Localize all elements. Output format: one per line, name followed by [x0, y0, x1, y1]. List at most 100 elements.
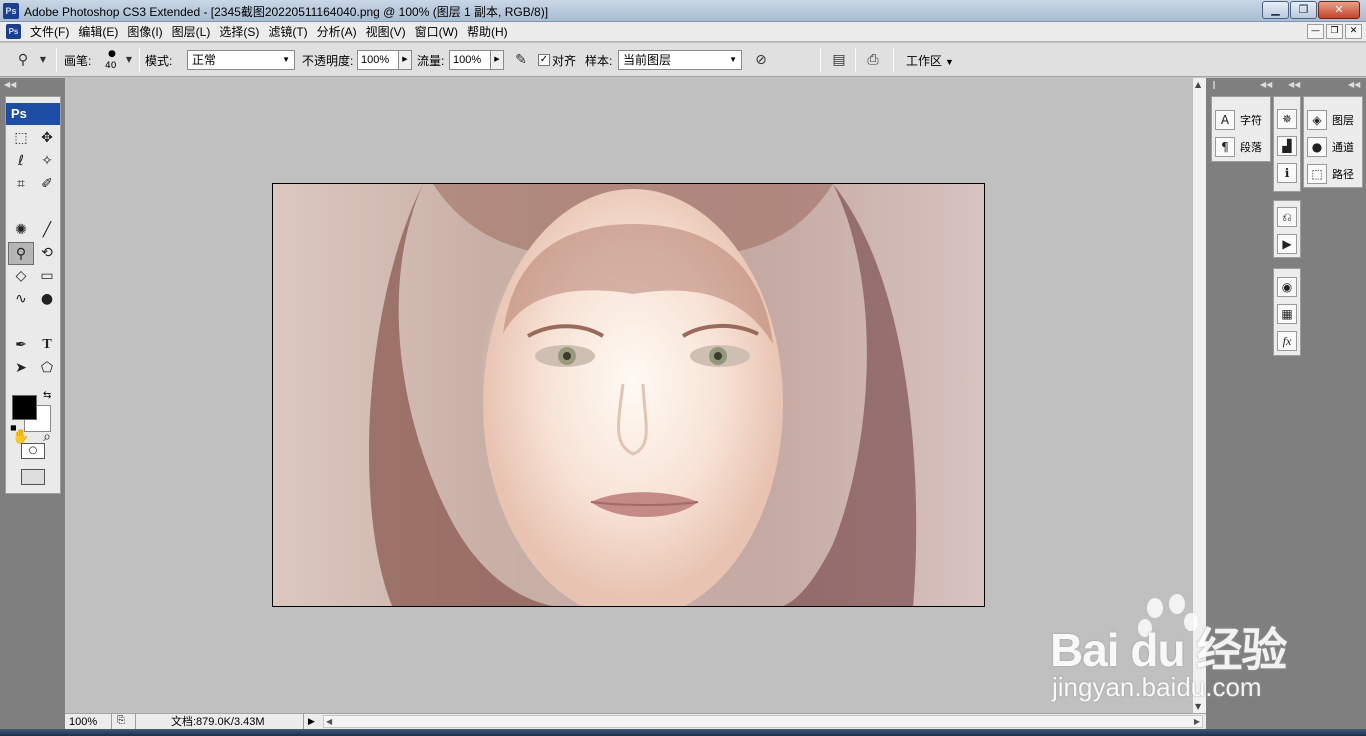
- dock-collapse-icon[interactable]: ◀◀: [4, 80, 16, 89]
- options-separator: [56, 48, 57, 72]
- scroll-right-icon[interactable]: ▶: [1194, 715, 1200, 729]
- swap-colors-icon[interactable]: ⇆: [43, 390, 51, 401]
- crop-tool-icon[interactable]: ⌗: [8, 173, 34, 196]
- default-colors-icon[interactable]: ◼: [10, 423, 17, 432]
- status-bar: 100% ⎘ 文档:879.0K/3.43M ▶ ◀ ▶: [65, 713, 1206, 729]
- history-brush-tool-icon[interactable]: ⟲: [34, 242, 60, 265]
- flow-value: 100%: [453, 54, 482, 66]
- histogram-icon[interactable]: ▟: [1277, 136, 1297, 156]
- menu-image[interactable]: 图像(I): [125, 24, 169, 40]
- horizontal-scrollbar[interactable]: ◀ ▶: [323, 715, 1203, 728]
- dock-collapse-icon[interactable]: ◀◀: [1260, 80, 1272, 89]
- options-bar: ⚲ ▼ 画笔: ● 40 ▼ 模式: 正常 不透明度: 100% ▶ 流量: 1…: [0, 43, 1366, 77]
- doc-minimize-button[interactable]: —: [1307, 24, 1324, 39]
- healing-brush-tool-icon[interactable]: ✺: [8, 219, 34, 242]
- brush-label: 画笔:: [64, 54, 92, 68]
- panel-label: 段落: [1240, 142, 1262, 154]
- type-tool-icon[interactable]: T: [34, 334, 60, 357]
- menu-analysis[interactable]: 分析(A): [315, 24, 364, 40]
- marquee-tool-icon[interactable]: ⬚: [8, 127, 34, 150]
- close-button[interactable]: ✕: [1318, 1, 1360, 19]
- window-controls: ▁ ❐ ✕: [1262, 1, 1360, 19]
- brush-tool-icon[interactable]: ╱: [34, 219, 60, 242]
- preset-dropdown-icon[interactable]: ▼: [34, 51, 52, 69]
- panel-item-character[interactable]: A 字符: [1215, 108, 1262, 132]
- gradient-tool-icon[interactable]: ▭: [34, 265, 60, 288]
- dock-collapse-icon[interactable]: ◀◀: [1288, 80, 1300, 89]
- pen-tool-icon[interactable]: ✒: [8, 334, 34, 357]
- menu-view[interactable]: 视图(V): [364, 24, 413, 40]
- menu-window[interactable]: 窗口(W): [413, 24, 465, 40]
- toolbox-header[interactable]: Ps: [6, 103, 60, 125]
- sample-select[interactable]: 当前图层: [618, 50, 742, 70]
- flow-label: 流量:: [417, 54, 445, 68]
- move-tool-icon[interactable]: ✥: [34, 127, 60, 150]
- baidu-jingyan-watermark: Bai du 经验 jingyan.baidu.com: [1048, 592, 1348, 712]
- foreground-color-swatch[interactable]: [12, 395, 37, 420]
- status-menu-arrow-icon[interactable]: ▶: [308, 714, 315, 728]
- magic-wand-tool-icon[interactable]: ✧: [34, 150, 60, 173]
- panel-item-channels[interactable]: ● 通道: [1307, 135, 1354, 159]
- menu-select[interactable]: 选择(S): [217, 24, 266, 40]
- color-icon[interactable]: ◉: [1277, 277, 1297, 297]
- info-icon[interactable]: ℹ: [1277, 163, 1297, 183]
- workspace-label: 工作区: [906, 54, 943, 68]
- mode-label: 模式:: [145, 54, 173, 68]
- swatches-icon[interactable]: ▦: [1277, 304, 1297, 324]
- actions-icon[interactable]: ▶: [1277, 234, 1297, 254]
- doc-close-button[interactable]: ✕: [1345, 24, 1362, 39]
- bridge-icon[interactable]: ⎙: [864, 51, 882, 69]
- navigator-icon[interactable]: ✵: [1277, 109, 1297, 129]
- zoom-level[interactable]: 100%: [69, 715, 97, 729]
- menu-filter[interactable]: 滤镜(T): [266, 24, 314, 40]
- blur-tool-icon[interactable]: ∿: [8, 288, 34, 311]
- sample-label: 样本:: [585, 54, 613, 68]
- options-separator: [855, 48, 856, 72]
- workspace-button[interactable]: 工作区 ▼: [906, 52, 954, 69]
- status-preview-icon[interactable]: ⎘: [117, 714, 125, 728]
- panel-label: 图层: [1332, 115, 1354, 127]
- panel-item-paths[interactable]: ⬚ 路径: [1307, 162, 1354, 186]
- minimize-button[interactable]: ▁: [1262, 1, 1289, 19]
- shape-tool-icon[interactable]: ⬠: [34, 357, 60, 380]
- document-image[interactable]: [272, 183, 985, 607]
- menu-help[interactable]: 帮助(H): [465, 24, 515, 40]
- align-checkbox[interactable]: ✓: [538, 54, 550, 66]
- ignore-adjustment-layers-icon[interactable]: ⊘: [752, 51, 770, 69]
- airbrush-icon[interactable]: ✎: [512, 51, 530, 69]
- flow-input[interactable]: 100% ▶: [449, 50, 504, 70]
- styles-icon[interactable]: fx: [1277, 331, 1297, 351]
- slice-tool-icon[interactable]: ✐: [34, 173, 60, 196]
- menu-layer[interactable]: 图层(L): [170, 24, 218, 40]
- palette-well-icon[interactable]: ▤: [830, 51, 848, 69]
- os-taskbar: [0, 729, 1366, 736]
- mode-select[interactable]: 正常: [187, 50, 295, 70]
- eraser-tool-icon[interactable]: ◇: [8, 265, 34, 288]
- clone-stamp-preset-icon[interactable]: ⚲: [14, 51, 32, 69]
- scroll-left-icon[interactable]: ◀: [326, 715, 332, 729]
- panel-item-paragraph[interactable]: ¶ 段落: [1215, 135, 1262, 159]
- dodge-tool-icon[interactable]: ●: [34, 288, 60, 311]
- brush-dropdown-icon[interactable]: ▼: [120, 51, 138, 69]
- menu-edit[interactable]: 编辑(E): [76, 24, 125, 40]
- screen-mode-icon[interactable]: [21, 469, 45, 485]
- panel-label: 路径: [1332, 169, 1354, 181]
- scroll-up-icon[interactable]: ▲: [1195, 80, 1201, 89]
- flow-arrow-icon[interactable]: ▶: [490, 51, 503, 69]
- opacity-arrow-icon[interactable]: ▶: [398, 51, 411, 69]
- opacity-input[interactable]: 100% ▶: [357, 50, 412, 70]
- path-selection-tool-icon[interactable]: ➤: [8, 357, 34, 380]
- menu-file[interactable]: 文件(F): [28, 24, 76, 40]
- dock-grip-icon[interactable]: ‖: [1212, 80, 1216, 89]
- panel-item-layers[interactable]: ◈ 图层: [1307, 108, 1354, 132]
- dock-collapse-icon[interactable]: ◀◀: [1348, 80, 1360, 89]
- document-icon[interactable]: Ps: [6, 24, 21, 39]
- title-bar: Ps Adobe Photoshop CS3 Extended - [2345截…: [0, 0, 1366, 22]
- portrait-photo: [369, 184, 917, 606]
- maximize-button[interactable]: ❐: [1290, 1, 1317, 19]
- lasso-tool-icon[interactable]: ℓ: [8, 150, 34, 173]
- clone-stamp-tool-icon[interactable]: ⚲: [8, 242, 34, 265]
- history-icon[interactable]: ⎌: [1277, 207, 1297, 227]
- quick-mask-icon[interactable]: ○: [21, 443, 45, 459]
- doc-restore-button[interactable]: ❐: [1326, 24, 1343, 39]
